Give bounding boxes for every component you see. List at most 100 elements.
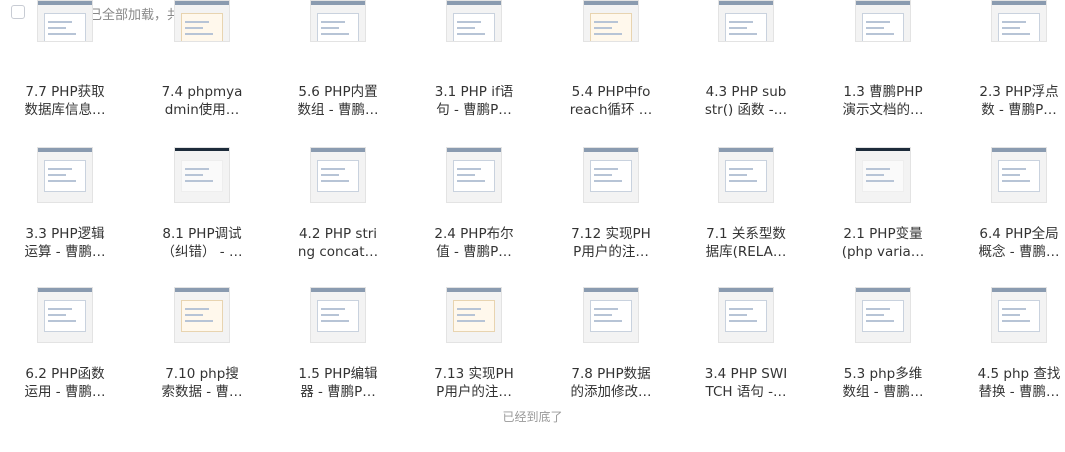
file-name-line1: 5.3 php多维 (843, 366, 923, 382)
file-item[interactable]: 7.4 phpmya dmin使用… (137, 0, 267, 128)
file-name-line1: 2.3 PHP浮点 (979, 84, 1059, 100)
file-item[interactable]: 7.12 实现PH P用户的注… (546, 133, 676, 273)
file-name-line2: reach循环 … (569, 102, 653, 118)
file-name-line1: 4.3 PHP sub (705, 84, 787, 100)
file-name-line2: 值 - 曹鹏P… (436, 244, 512, 260)
file-thumbnail (718, 0, 774, 42)
file-item[interactable]: 4.3 PHP sub str() 函数 -… (681, 0, 811, 128)
file-name-line1: 4.5 php 查找 (977, 366, 1061, 382)
file-name-line1: 1.5 PHP编辑 (298, 366, 378, 382)
file-item[interactable]: 1.3 曹鹏PHP 演示文档的… (818, 0, 948, 128)
file-thumbnail (310, 287, 366, 343)
file-item[interactable]: 7.10 php搜 索数据 - 曹… (137, 273, 267, 413)
file-name: 2.4 PHP布尔值 - 曹鹏P… (409, 225, 539, 261)
file-name-line1: 3.3 PHP逻辑 (25, 226, 105, 242)
file-name-line2: 的添加修改… (570, 384, 652, 400)
file-item[interactable]: 2.4 PHP布尔值 - 曹鹏P… (409, 133, 539, 273)
file-name: 6.4 PHP全局 概念 - 曹鹏… (954, 225, 1065, 261)
file-name: 4.3 PHP sub str() 函数 -… (681, 83, 811, 119)
file-item[interactable]: 7.1 关系型数 据库(RELA… (681, 133, 811, 273)
file-name-line1: 7.4 phpmya (161, 84, 243, 100)
file-thumbnail (583, 147, 639, 203)
file-item[interactable]: 5.6 PHP内置 数组 - 曹鹏… (273, 0, 403, 128)
file-thumbnail (174, 287, 230, 343)
file-thumbnail (583, 287, 639, 343)
file-name-line1: 5.6 PHP内置 (298, 84, 378, 100)
file-item[interactable]: 3.4 PHP SWI TCH 语句 -… (681, 273, 811, 413)
file-name: 7.1 关系型数 据库(RELA… (681, 225, 811, 261)
file-name-line2: 数 - 曹鹏P… (981, 102, 1057, 118)
file-name-line1: 6.4 PHP全局 (979, 226, 1059, 242)
file-name-line1: 6.2 PHP函数 (25, 366, 105, 382)
file-item[interactable]: 2.1 PHP变量 (php varia… (818, 133, 948, 273)
file-thumbnail (855, 0, 911, 42)
file-name: 7.4 phpmya dmin使用… (137, 83, 267, 119)
file-name-line2: 演示文档的… (842, 102, 924, 118)
file-name-line2: P用户的注… (573, 244, 649, 260)
file-name: 4.5 php 查找 替换 - 曹鹏… (954, 365, 1065, 401)
file-name: 7.12 实现PH P用户的注… (546, 225, 676, 261)
file-thumbnail (37, 0, 93, 42)
file-name: 1.5 PHP编辑器 - 曹鹏P… (273, 365, 403, 401)
file-name-line2: 替换 - 曹鹏… (978, 384, 1060, 400)
file-thumbnail (310, 147, 366, 203)
file-name-line2: dmin使用… (164, 102, 240, 118)
file-thumbnail (446, 147, 502, 203)
file-name-line2: 索数据 - 曹… (161, 384, 243, 400)
file-item[interactable]: 2.3 PHP浮点数 - 曹鹏P… (954, 0, 1065, 128)
file-name-line1: 7.1 关系型数 (706, 226, 786, 242)
file-name: 8.1 PHP调试 （纠错） - … (137, 225, 267, 261)
file-name: 2.1 PHP变量 (php varia… (818, 225, 948, 261)
file-item[interactable]: 7.8 PHP数据 的添加修改… (546, 273, 676, 413)
file-name-line1: 2.4 PHP布尔 (434, 226, 514, 242)
file-name-line2: 运用 - 曹鹏… (24, 384, 106, 400)
file-name: 6.2 PHP函数 运用 - 曹鹏… (0, 365, 130, 401)
file-item[interactable]: 7.7 PHP获取 数据库信息… (0, 0, 130, 128)
file-name: 7.10 php搜 索数据 - 曹… (137, 365, 267, 401)
file-thumbnail (718, 147, 774, 203)
file-thumbnail (37, 287, 93, 343)
file-thumbnail (37, 147, 93, 203)
file-item[interactable]: 1.5 PHP编辑器 - 曹鹏P… (273, 273, 403, 413)
file-item[interactable]: 4.5 php 查找 替换 - 曹鹏… (954, 273, 1065, 413)
file-item[interactable]: 4.2 PHP stri ng concat… (273, 133, 403, 273)
file-item[interactable]: 7.13 实现PH P用户的注… (409, 273, 539, 413)
file-item[interactable]: 5.4 PHP中fo reach循环 … (546, 0, 676, 128)
file-name-line1: 3.1 PHP if语 (434, 84, 514, 100)
file-item[interactable]: 3.3 PHP逻辑 运算 - 曹鹏… (0, 133, 130, 273)
file-name: 5.4 PHP中fo reach循环 … (546, 83, 676, 119)
file-name-line1: 1.3 曹鹏PHP (843, 84, 923, 100)
file-name-line2: 运算 - 曹鹏… (24, 244, 106, 260)
file-name-line1: 7.8 PHP数据 (571, 366, 651, 382)
file-item[interactable]: 5.3 php多维 数组 - 曹鹏… (818, 273, 948, 413)
file-name-line2: str() 函数 -… (704, 102, 788, 118)
file-name-line1: 2.1 PHP变量 (843, 226, 923, 242)
file-thumbnail (310, 0, 366, 42)
file-name-line2: (php varia… (841, 244, 925, 260)
file-item[interactable]: 8.1 PHP调试 （纠错） - … (137, 133, 267, 273)
file-name-line2: 数组 - 曹鹏… (297, 102, 379, 118)
file-name: 7.13 实现PH P用户的注… (409, 365, 539, 401)
file-thumbnail (855, 147, 911, 203)
file-name: 5.6 PHP内置 数组 - 曹鹏… (273, 83, 403, 119)
file-name: 7.8 PHP数据 的添加修改… (546, 365, 676, 401)
file-name: 3.3 PHP逻辑 运算 - 曹鹏… (0, 225, 130, 261)
file-name-line1: 3.4 PHP SWI (704, 366, 788, 382)
file-name-line2: TCH 语句 -… (705, 384, 787, 400)
file-name-line1: 7.13 实现PH (434, 366, 514, 382)
file-name-line2: （纠错） - … (161, 244, 243, 260)
file-thumbnail (174, 0, 230, 42)
file-item[interactable]: 3.1 PHP if语句 - 曹鹏P… (409, 0, 539, 128)
file-grid: 7.7 PHP获取 数据库信息… 7.4 phpmya dmin使用… 5.6 PHP内… (0, 0, 1065, 452)
file-name: 1.3 曹鹏PHP 演示文档的… (818, 83, 948, 119)
file-name-line2: 句 - 曹鹏P… (436, 102, 512, 118)
file-name-line2: 器 - 曹鹏P… (300, 384, 376, 400)
file-item[interactable]: 6.4 PHP全局 概念 - 曹鹏… (954, 133, 1065, 273)
file-name-line1: 5.4 PHP中fo (571, 84, 651, 100)
file-name-line2: 据库(RELA… (705, 244, 787, 260)
file-thumbnail (583, 0, 639, 42)
file-name-line2: 数组 - 曹鹏… (842, 384, 924, 400)
file-thumbnail (718, 287, 774, 343)
file-thumbnail (991, 147, 1047, 203)
file-item[interactable]: 6.2 PHP函数 运用 - 曹鹏… (0, 273, 130, 413)
